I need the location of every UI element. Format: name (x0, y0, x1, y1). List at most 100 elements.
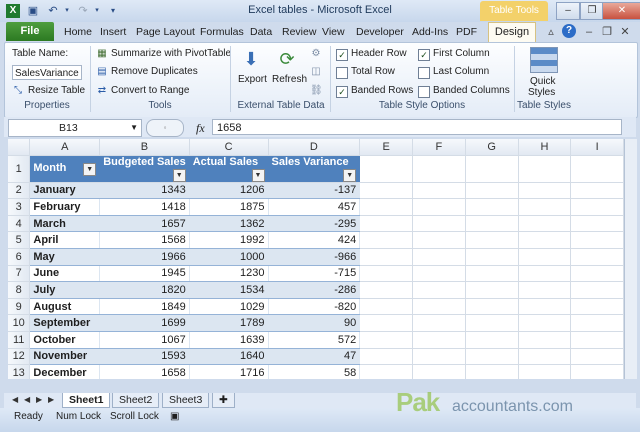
cell[interactable] (412, 298, 466, 316)
row-number[interactable]: 8 (8, 281, 31, 299)
cell[interactable] (465, 364, 519, 379)
table-cell[interactable]: 1206 (189, 182, 269, 200)
table-cell[interactable]: December (29, 364, 101, 379)
cell[interactable] (518, 155, 572, 183)
table-cell[interactable]: 1534 (189, 281, 269, 299)
quick-styles-button[interactable]: Quick (530, 76, 556, 87)
sheet-tab-sheet1[interactable]: Sheet1 (62, 393, 111, 408)
table-cell[interactable]: March (29, 215, 101, 233)
cell[interactable] (518, 231, 572, 249)
tab-file[interactable]: File (6, 22, 54, 41)
table-header-cell[interactable]: Month ▼ (29, 155, 101, 183)
cell[interactable] (359, 364, 413, 379)
cell[interactable] (518, 364, 572, 379)
cell[interactable] (465, 265, 519, 283)
cell[interactable] (518, 281, 572, 299)
tab-insert[interactable]: Insert (100, 26, 126, 38)
filter-dropdown-icon[interactable]: ▼ (251, 168, 265, 182)
cell[interactable] (412, 348, 466, 366)
table-cell[interactable]: 1966 (99, 248, 190, 266)
filter-dropdown-icon[interactable]: ▼ (83, 162, 97, 176)
table-cell[interactable]: 1820 (99, 281, 190, 299)
cell[interactable] (465, 331, 519, 349)
row-number[interactable]: 13 (8, 364, 31, 379)
cell[interactable] (570, 155, 624, 183)
last-sheet-icon[interactable]: ▶ (48, 395, 54, 404)
table-cell[interactable]: 457 (268, 198, 361, 216)
cell[interactable] (518, 265, 572, 283)
refresh-button[interactable]: Refresh (272, 74, 307, 85)
unlink-icon[interactable]: ⛓ (310, 85, 323, 97)
table-cell[interactable]: 424 (268, 231, 361, 249)
cell[interactable] (412, 231, 466, 249)
tab-pdf[interactable]: PDF (456, 26, 477, 38)
row-number[interactable]: 5 (8, 231, 31, 249)
row-number[interactable]: 7 (8, 265, 31, 283)
resize-table-button[interactable]: Resize Table (28, 85, 85, 96)
table-cell[interactable]: October (29, 331, 101, 349)
table-name-field[interactable]: SalesVariance (12, 65, 82, 80)
table-cell[interactable]: -286 (268, 281, 361, 299)
row-number[interactable]: 1 (8, 155, 31, 183)
row-number[interactable]: 11 (8, 331, 31, 349)
table-cell[interactable]: 90 (268, 314, 361, 332)
column-header[interactable]: I (570, 139, 624, 156)
convert-to-range-button[interactable]: Convert to Range (111, 85, 189, 96)
column-header[interactable]: C (189, 139, 269, 156)
cell[interactable] (570, 265, 624, 283)
cell[interactable] (518, 182, 572, 200)
table-cell[interactable]: 1230 (189, 265, 269, 283)
cell[interactable] (465, 281, 519, 299)
cell[interactable] (570, 231, 624, 249)
cell[interactable] (570, 314, 624, 332)
minimize-ribbon-icon[interactable]: ▵ (544, 25, 558, 39)
cell[interactable] (465, 248, 519, 266)
table-cell[interactable]: 1658 (99, 364, 190, 379)
filter-dropdown-icon[interactable]: ▼ (343, 168, 357, 182)
table-cell[interactable]: August (29, 298, 101, 316)
table-cell[interactable]: 1029 (189, 298, 269, 316)
table-cell[interactable]: -966 (268, 248, 361, 266)
row-number[interactable]: 2 (8, 182, 31, 200)
table-cell[interactable]: 1067 (99, 331, 190, 349)
table-header-cell[interactable]: Actual Sales ▼ (189, 155, 269, 183)
cell[interactable] (570, 281, 624, 299)
cell[interactable] (570, 348, 624, 366)
total-row-checkbox[interactable] (336, 67, 348, 79)
close-button[interactable]: ✕ (602, 2, 640, 20)
worksheet-grid[interactable]: A B C D E F G H I 1 Month ▼ Budgeted Sale… (8, 139, 624, 379)
name-box-dropdown-icon[interactable]: ▼ (130, 120, 138, 136)
table-cell[interactable]: 1640 (189, 348, 269, 366)
name-box[interactable]: B13 ▼ (8, 119, 142, 137)
cell[interactable] (465, 198, 519, 216)
row-number[interactable]: 9 (8, 298, 31, 316)
table-cell[interactable]: 1849 (99, 298, 190, 316)
restore-button[interactable]: ❐ (580, 2, 604, 20)
table-cell[interactable]: May (29, 248, 101, 266)
column-header[interactable]: H (518, 139, 572, 156)
banded-rows-checkbox[interactable]: ✓ (336, 86, 348, 98)
table-cell[interactable]: 58 (268, 364, 361, 379)
cell[interactable] (465, 215, 519, 233)
cell[interactable] (359, 314, 413, 332)
table-cell[interactable]: -295 (268, 215, 361, 233)
summarize-pivottable-button[interactable]: Summarize with PivotTable (111, 48, 231, 59)
cell[interactable] (412, 281, 466, 299)
row-number[interactable]: 6 (8, 248, 31, 266)
table-cell[interactable]: 572 (268, 331, 361, 349)
table-cell[interactable]: -715 (268, 265, 361, 283)
cell[interactable] (412, 182, 466, 200)
doc-close-icon[interactable]: ✕ (618, 25, 632, 39)
doc-minimize-icon[interactable]: – (582, 25, 596, 39)
table-header-cell[interactable]: Budgeted Sales ▼ (99, 155, 190, 183)
cell[interactable] (359, 155, 413, 183)
formula-bar-expand-icon[interactable]: ◦ (146, 119, 184, 137)
table-cell[interactable]: 1945 (99, 265, 190, 283)
table-cell[interactable]: 1418 (99, 198, 190, 216)
new-sheet-icon[interactable]: ✚ (212, 393, 235, 408)
column-header[interactable]: A (29, 139, 101, 156)
cell[interactable] (412, 331, 466, 349)
properties-icon[interactable]: ⚙ (310, 48, 322, 60)
cell[interactable] (570, 364, 624, 379)
table-cell[interactable]: -137 (268, 182, 361, 200)
